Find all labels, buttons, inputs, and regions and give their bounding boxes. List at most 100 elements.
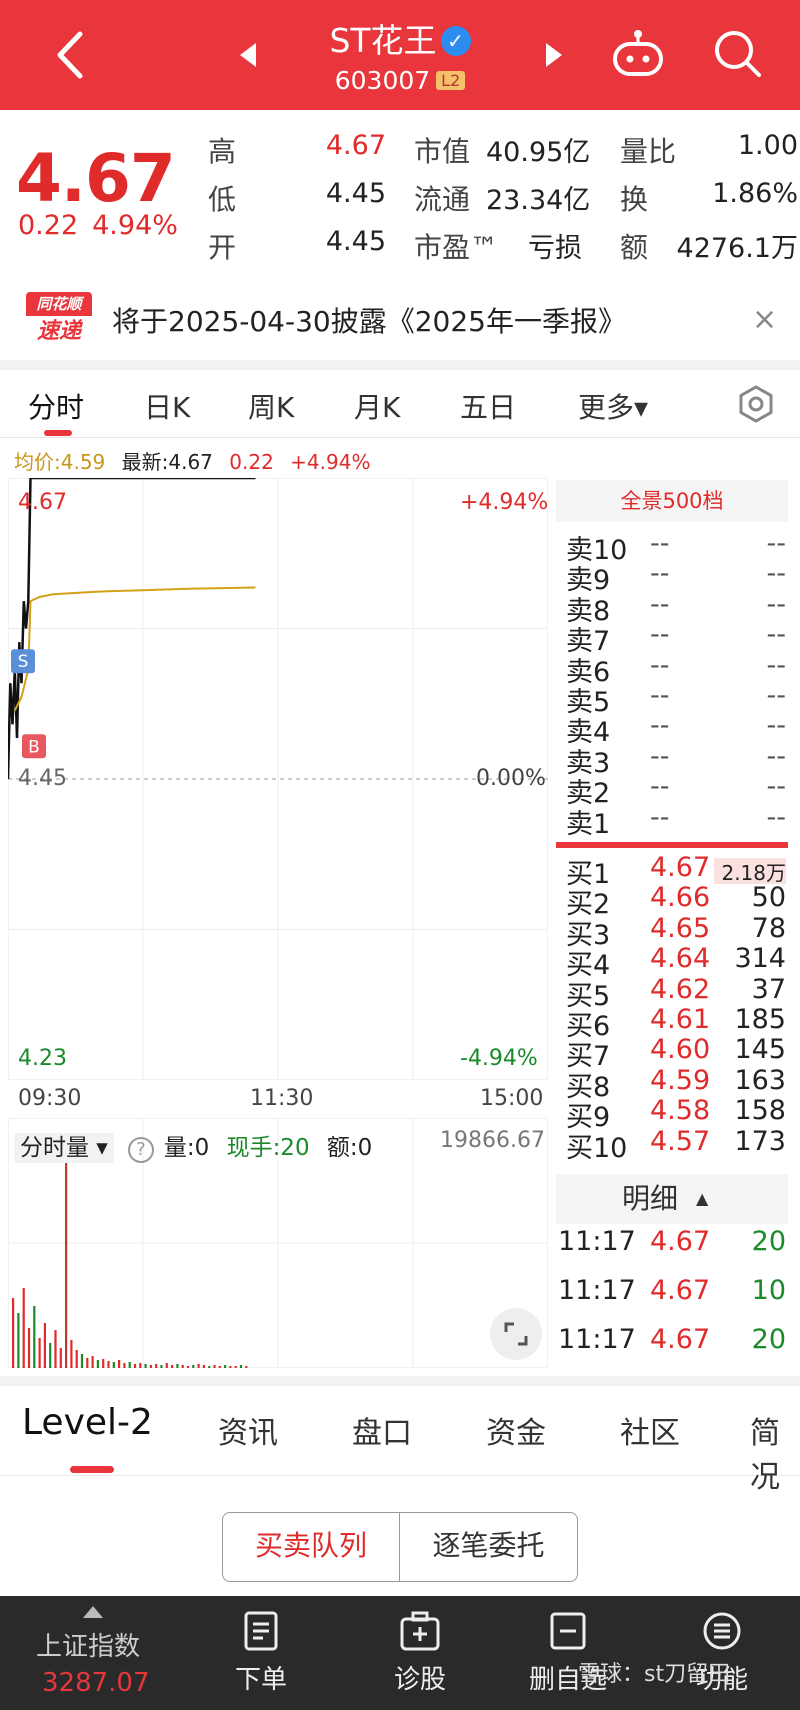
volume-bar	[70, 1340, 73, 1368]
queue-button[interactable]: 买卖队列	[222, 1512, 400, 1582]
open-label: 开	[208, 231, 237, 264]
trade-marker-b[interactable]: B	[22, 734, 46, 759]
sell-order-row[interactable]: 卖7 -- --	[566, 619, 786, 657]
tab-intraday[interactable]: 分时	[28, 386, 84, 426]
tab-monthly-k[interactable]: 月K	[354, 386, 400, 426]
tab-handicap[interactable]: 盘口	[352, 1408, 412, 1452]
sell-order-row[interactable]: 卖1 -- --	[566, 802, 786, 840]
buy-level-label: 买10	[566, 1132, 628, 1164]
stock-title: ST花王 ✓	[0, 14, 800, 62]
chart-info-line: 均价:4.59 最新:4.67 0.22 +4.94%	[14, 446, 380, 475]
sell-price: --	[650, 771, 670, 803]
volume-bar	[75, 1350, 78, 1368]
volume-bar	[59, 1348, 62, 1368]
medical-kit-icon	[400, 1611, 440, 1651]
current-price: 4.67	[16, 140, 176, 217]
volume-bar	[144, 1364, 147, 1368]
buy-volume: 37	[751, 973, 786, 1005]
tab-weekly-k[interactable]: 周K	[248, 386, 294, 426]
close-icon[interactable]: ×	[752, 302, 777, 337]
sell-volume: --	[766, 680, 787, 711]
trade-detail-row: 11:17 4.67 10	[558, 1275, 786, 1309]
y-tick-mid: 4.45	[18, 766, 67, 791]
intraday-chart[interactable]: SB	[8, 478, 548, 1080]
buy-order-row[interactable]: 买6 4.61 185	[566, 1004, 786, 1042]
trade-detail-header[interactable]: 明细 ▲	[556, 1174, 788, 1224]
volume-bar	[149, 1365, 152, 1368]
turnover-value: 1.86%	[712, 178, 798, 209]
stock-name: ST花王	[329, 21, 437, 60]
amount-value: 4276.1万	[676, 233, 798, 264]
sell-order-row[interactable]: 卖10 -- --	[566, 528, 787, 566]
buy-order-row[interactable]: 买10 4.57 173	[566, 1126, 786, 1164]
tab-level2[interactable]: Level-2	[22, 1402, 153, 1443]
buy-order-row[interactable]: 买7 4.60 145	[566, 1034, 786, 1072]
caret-down-icon: ▾	[89, 1135, 108, 1161]
robot-assistant-icon[interactable]	[610, 28, 666, 80]
minus-box-icon	[550, 1612, 586, 1650]
buy-order-row[interactable]: 买1 4.67 2.18万	[566, 852, 786, 890]
sell-price: --	[650, 740, 670, 772]
sell-order-row[interactable]: 卖6 -- --	[566, 650, 786, 688]
tab-five-day[interactable]: 五日	[460, 386, 516, 426]
trade-marker-s[interactable]: S	[11, 649, 35, 674]
y-tick-low-pct: -4.94%	[460, 1046, 538, 1071]
sell-order-row[interactable]: 卖8 -- --	[566, 589, 786, 627]
tab-daily-k[interactable]: 日K	[144, 386, 190, 426]
trade-volume: 20	[751, 1226, 786, 1257]
buy-order-row[interactable]: 买3 4.65 78	[566, 913, 786, 951]
high-label: 高	[208, 135, 237, 168]
sell-order-row[interactable]: 卖4 -- --	[566, 710, 787, 748]
chart-settings-icon[interactable]	[736, 384, 776, 424]
x-tick-noon: 11:30	[250, 1086, 314, 1111]
tab-news[interactable]: 资讯	[218, 1408, 278, 1452]
volume-bar	[155, 1364, 158, 1368]
notice-bar[interactable]: 同花顺 速递 将于2025-04-30披露《2025年一季报》 ×	[0, 282, 800, 360]
buy-order-row[interactable]: 买2 4.66 50	[566, 882, 786, 920]
ths-express-logo: 同花顺 速递	[26, 292, 92, 348]
tab-profile[interactable]: 简况	[750, 1408, 800, 1496]
marker-label: S	[18, 652, 29, 672]
trade-time: 11:17	[558, 1226, 636, 1257]
trade-price: 4.67	[650, 1275, 711, 1306]
index-name[interactable]: 上证指数	[36, 1626, 140, 1663]
buy-price: 4.60	[650, 1034, 711, 1066]
sell-order-row[interactable]: 卖3 -- --	[566, 740, 786, 779]
search-icon[interactable]	[712, 28, 764, 80]
current-hand: 现手:20	[226, 1135, 310, 1161]
diagnose-button[interactable]: 诊股	[380, 1610, 460, 1696]
volume-toolbar: 分时量 ▾? 量:0 现手:20 额:0	[14, 1128, 372, 1163]
order-button[interactable]: 下单	[226, 1610, 296, 1696]
help-icon[interactable]: ?	[127, 1137, 154, 1163]
sell-volume: --	[766, 710, 787, 742]
top-header: ST花王 ✓ 603007 L2	[0, 0, 800, 110]
sell-order-row[interactable]: 卖9 -- --	[566, 558, 786, 596]
buy-order-row[interactable]: 买5 4.62 37	[566, 973, 786, 1012]
order-detail-button[interactable]: 逐笔委托	[400, 1512, 578, 1582]
y-tick-mid-pct: 0.00%	[476, 766, 546, 791]
panorama-500-button[interactable]: 全景500档	[556, 480, 788, 522]
expand-button[interactable]	[490, 1308, 542, 1360]
sell-volume: --	[766, 528, 787, 559]
volume-max: 19866.67	[440, 1128, 545, 1153]
buy-order-row[interactable]: 买8 4.59 163	[566, 1065, 786, 1103]
sell-order-row[interactable]: 卖5 -- --	[566, 680, 787, 718]
trade-price: 4.67	[650, 1324, 711, 1355]
volume-bar	[239, 1365, 243, 1368]
tab-community[interactable]: 社区	[620, 1408, 680, 1452]
sell-order-row[interactable]: 卖2 -- --	[566, 771, 786, 809]
volume-bar	[80, 1354, 84, 1368]
tab-funds[interactable]: 资金	[486, 1408, 546, 1452]
volume-bar	[118, 1360, 121, 1368]
volume-type-dropdown[interactable]: 分时量 ▾	[14, 1133, 114, 1163]
price-change-pct: 4.94%	[92, 210, 178, 241]
notice-text: 将于2025-04-30披露《2025年一季报》	[112, 305, 626, 338]
tab-more[interactable]: 更多▾	[578, 386, 648, 426]
next-stock-icon[interactable]	[544, 42, 564, 68]
buy-order-row[interactable]: 买9 4.58 158	[566, 1095, 786, 1133]
buy-volume: 314	[734, 943, 786, 975]
float-label: 流通	[414, 183, 471, 216]
marker-label: B	[28, 737, 40, 757]
buy-order-row[interactable]: 买4 4.64 314	[566, 943, 786, 981]
low-value: 4.45	[325, 178, 386, 209]
